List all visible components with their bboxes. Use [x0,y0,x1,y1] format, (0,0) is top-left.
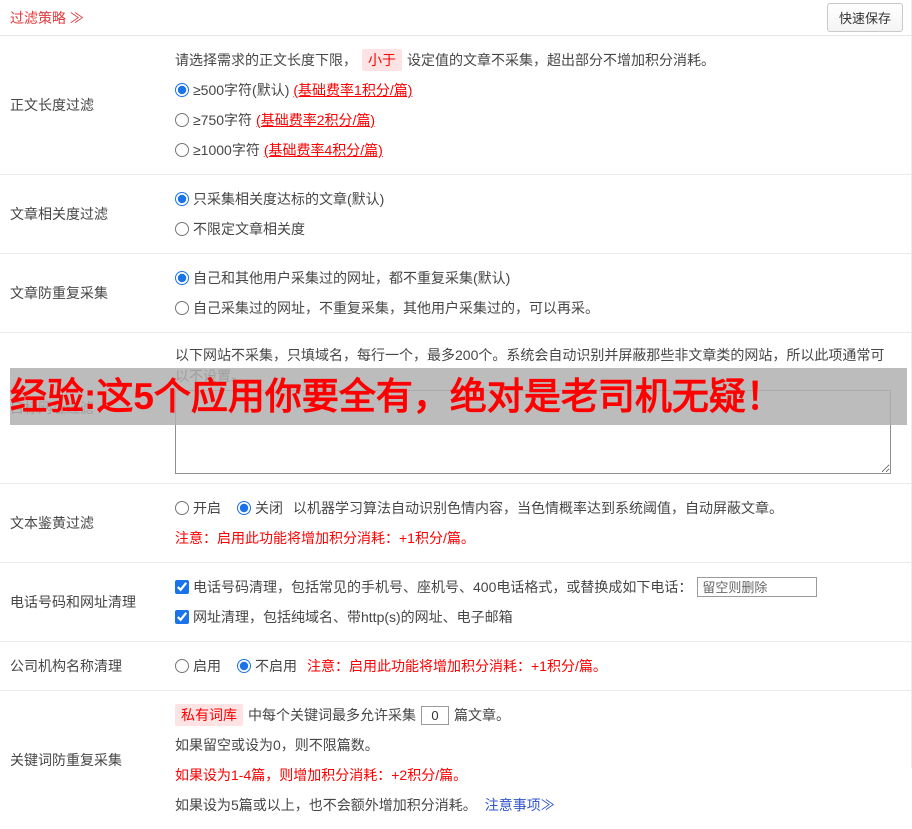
company-clean-option-enable[interactable]: 启用 [175,656,221,676]
private-lexicon-tag: 私有词库 [175,704,243,726]
keyword-dedup-line1: 私有词库 中每个关键词最多允许采集 篇文章。 [175,700,901,730]
keyword-dedup-content: 私有词库 中每个关键词最多允许采集 篇文章。 如果留空或设为0，则不限篇数。 如… [175,691,911,829]
porn-filter-content: 开启 关闭 以机器学习算法自动识别色情内容，当色情概率达到系统阈值，自动屏蔽文章… [175,484,911,562]
porn-filter-options: 开启 关闭 以机器学习算法自动识别色情内容，当色情概率达到系统阈值，自动屏蔽文章… [175,493,901,523]
keyword-dedup-label: 关键词防重复采集 [10,752,122,768]
ad-overlay-banner[interactable]: 经验:这5个应用你要全有，绝对是老司机无疑！ [10,368,907,425]
length-option-1000-fee: (基础费率4积分/篇) [263,142,383,158]
length-filter-intro: 请选择需求的正文长度下限， 小于 设定值的文章不采集，超出部分不增加积分消耗。 [175,45,901,75]
notice-link[interactable]: 注意事项≫ [485,795,555,815]
porn-option-off-label: 关闭 [255,500,283,516]
length-filter-label: 正文长度过滤 [10,97,94,113]
phone-clean-checkbox[interactable] [175,580,189,594]
porn-filter-description: 以机器学习算法自动识别色情内容，当色情概率达到系统阈值，自动屏蔽文章。 [293,500,783,516]
porn-filter-label: 文本鉴黄过滤 [10,515,94,531]
keyword-dedup-line1-suffix: 篇文章。 [454,707,510,723]
relevance-radio-strict[interactable] [175,192,189,206]
company-clean-disable-label: 不启用 [255,658,297,674]
row-phone-url-clean: 电话号码和网址清理 电话号码清理，包括常见的手机号、座机号、400电话格式，或替… [0,563,911,642]
replacement-phone-input[interactable] [697,577,818,597]
length-option-500-label: ≥500字符(默认) [193,82,290,98]
porn-option-on-label: 开启 [193,500,221,516]
length-option-750-label: ≥750字符 [193,112,253,128]
page-title: 过滤策略 ≫ [10,9,84,26]
keyword-dedup-line3: 如果设为1-4篇，则增加积分消耗：+2积分/篇。 [175,767,468,783]
relevance-filter-label: 文章相关度过滤 [10,206,108,222]
company-clean-label: 公司机构名称清理 [10,658,122,674]
porn-option-on[interactable]: 开启 [175,498,221,518]
url-clean-option[interactable]: 网址清理，包括纯域名、带http(s)的网址、电子邮箱 [175,607,513,627]
keyword-dedup-line2: 如果留空或设为0，则不限篇数。 [175,737,379,753]
length-option-750-fee: (基础费率2积分/篇) [256,112,376,128]
dedup-option-global-label: 自己和其他用户采集过的网址，都不重复采集(默认) [193,270,511,286]
keyword-dedup-line4-text: 如果设为5篇或以上，也不会额外增加积分消耗。 [175,797,477,813]
company-clean-note: 注意：启用此功能将增加积分消耗：+1积分/篇。 [307,658,607,674]
url-clean-line: 网址清理，包括纯域名、带http(s)的网址、电子邮箱 [175,602,901,632]
url-clean-checkbox[interactable] [175,610,189,624]
dedup-radio-global[interactable] [175,271,189,285]
company-clean-content: 启用 不启用 注意：启用此功能将增加积分消耗：+1积分/篇。 [175,642,911,690]
length-radio-750[interactable] [175,113,189,127]
company-clean-enable-label: 启用 [193,658,221,674]
company-clean-options: 启用 不启用 注意：启用此功能将增加积分消耗：+1积分/篇。 [175,651,901,681]
intro-prefix: 请选择需求的正文长度下限， [175,52,357,68]
relevance-option-any-label: 不限定文章相关度 [193,221,305,237]
company-clean-radio-disable[interactable] [237,659,251,673]
row-length-filter: 正文长度过滤 请选择需求的正文长度下限， 小于 设定值的文章不采集，超出部分不增… [0,36,911,175]
row-company-clean: 公司机构名称清理 启用 不启用 注意：启用此功能将增加积分消耗：+1积分/篇。 [0,642,911,691]
length-filter-content: 请选择需求的正文长度下限， 小于 设定值的文章不采集，超出部分不增加积分消耗。 … [175,36,911,174]
relevance-radio-any[interactable] [175,222,189,236]
dedup-option-self[interactable]: 自己采集过的网址，不重复采集，其他用户采集过的，可以再采。 [175,293,901,323]
company-clean-radio-enable[interactable] [175,659,189,673]
dedup-filter-label: 文章防重复采集 [10,285,108,301]
relevance-option-strict[interactable]: 只采集相关度达标的文章(默认) [175,184,901,214]
quick-save-button[interactable]: 快速保存 [826,3,903,32]
filter-settings-page: 过滤策略 ≫ 快速保存 正文长度过滤 请选择需求的正文长度下限， 小于 设定值的… [0,0,912,813]
row-url-blacklist: 目标网址过滤 以下网站不采集，只填域名，每行一个，最多200个。系统会自动识别并… [0,333,911,484]
relevance-option-any[interactable]: 不限定文章相关度 [175,214,901,244]
row-porn-filter: 文本鉴黄过滤 开启 关闭 以机器学习算法自动识别色情内容，当色情概率达到系统阈值… [0,484,911,563]
keyword-dedup-line1-text: 中每个关键词最多允许采集 [248,707,416,723]
row-keyword-dedup: 关键词防重复采集 私有词库 中每个关键词最多允许采集 篇文章。 如果留空或设为0… [0,691,911,829]
row-dedup-filter: 文章防重复采集 自己和其他用户采集过的网址，都不重复采集(默认) 自己采集过的网… [0,254,911,333]
length-option-1000-label: ≥1000字符 [193,142,260,158]
length-option-1000[interactable]: ≥1000字符 (基础费率4积分/篇) [175,135,901,165]
topbar: 过滤策略 ≫ 快速保存 [0,0,911,36]
keyword-dedup-line4: 如果设为5篇或以上，也不会额外增加积分消耗。 注意事项≫ [175,790,901,820]
length-option-500[interactable]: ≥500字符(默认) (基础费率1积分/篇) [175,75,901,105]
length-radio-1000[interactable] [175,143,189,157]
phone-url-clean-label: 电话号码和网址清理 [10,594,136,610]
length-option-500-fee: (基础费率1积分/篇) [293,82,413,98]
less-than-tag: 小于 [362,49,402,71]
porn-filter-note: 注意：启用此功能将增加积分消耗：+1积分/篇。 [175,530,475,546]
length-option-750[interactable]: ≥750字符 (基础费率2积分/篇) [175,105,901,135]
dedup-radio-self[interactable] [175,301,189,315]
porn-option-off[interactable]: 关闭 [237,498,283,518]
company-clean-option-disable[interactable]: 不启用 [237,656,297,676]
row-relevance-filter: 文章相关度过滤 只采集相关度达标的文章(默认) 不限定文章相关度 [0,175,911,254]
phone-clean-line: 电话号码清理，包括常见的手机号、座机号、400电话格式，或替换成如下电话： [175,572,901,602]
keyword-count-input[interactable] [421,705,449,725]
porn-radio-off[interactable] [237,501,251,515]
relevance-filter-content: 只采集相关度达标的文章(默认) 不限定文章相关度 [175,175,911,253]
phone-clean-option[interactable]: 电话号码清理，包括常见的手机号、座机号、400电话格式，或替换成如下电话： [175,577,692,597]
intro-suffix: 设定值的文章不采集，超出部分不增加积分消耗。 [407,52,715,68]
url-clean-text: 网址清理，包括纯域名、带http(s)的网址、电子邮箱 [193,609,513,625]
ad-overlay-text: 经验:这5个应用你要全有，绝对是老司机无疑！ [10,376,783,417]
length-radio-500[interactable] [175,83,189,97]
phone-clean-text: 电话号码清理，包括常见的手机号、座机号、400电话格式，或替换成如下电话： [193,579,693,595]
phone-url-clean-content: 电话号码清理，包括常见的手机号、座机号、400电话格式，或替换成如下电话： 网址… [175,563,911,641]
dedup-filter-content: 自己和其他用户采集过的网址，都不重复采集(默认) 自己采集过的网址，不重复采集，… [175,254,911,332]
porn-radio-on[interactable] [175,501,189,515]
relevance-option-strict-label: 只采集相关度达标的文章(默认) [193,191,385,207]
dedup-option-self-label: 自己采集过的网址，不重复采集，其他用户采集过的，可以再采。 [193,300,599,316]
dedup-option-global[interactable]: 自己和其他用户采集过的网址，都不重复采集(默认) [175,263,901,293]
